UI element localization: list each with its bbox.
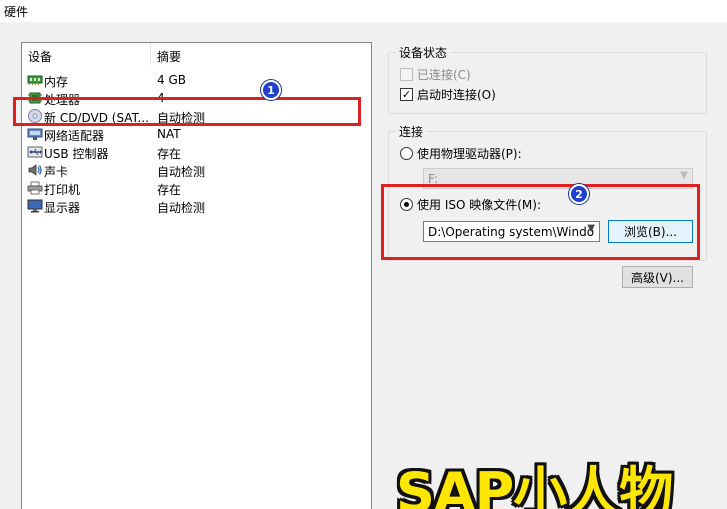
annotation-badge-2: 2: [569, 184, 589, 204]
iso-path-value: D:\Operating system\Windo: [428, 225, 595, 239]
device-row-memory[interactable]: 内存 4 GB: [22, 71, 371, 89]
device-name: 显示器: [44, 201, 81, 215]
memory-icon: [27, 73, 43, 87]
processor-icon: [27, 91, 43, 105]
physical-drive-radio[interactable]: 使用物理驱动器(P):: [400, 145, 522, 162]
device-row-network-adapter[interactable]: 网络适配器 NAT: [22, 125, 371, 143]
display-icon: [27, 199, 43, 213]
advanced-button-label: 高级(V)...: [630, 270, 685, 285]
iso-image-radio[interactable]: 使用 ISO 映像文件(M):: [400, 196, 541, 213]
iso-path-combo[interactable]: D:\Operating system\Windo ▼: [423, 221, 600, 242]
annotation-badge-1: 1: [261, 80, 281, 100]
physical-drive-select[interactable]: F: ▼: [423, 168, 693, 189]
device-summary: 自动检测: [157, 201, 206, 215]
physical-drive-radio-circle[interactable]: [400, 147, 413, 160]
badge-number: 1: [267, 83, 275, 97]
chevron-down-icon[interactable]: ▼: [587, 223, 595, 234]
device-row-sound-card[interactable]: 声卡 自动检测: [22, 161, 371, 179]
device-status-legend: 设备状态: [396, 44, 451, 61]
device-summary: 存在: [157, 183, 182, 197]
connect-on-power-on-label: 启动时连接(O): [417, 88, 496, 102]
chevron-down-icon: ▼: [680, 170, 688, 181]
cd-dvd-icon: [27, 109, 43, 123]
device-summary: 4: [157, 91, 165, 105]
device-row-printer[interactable]: 打印机 存在: [22, 179, 371, 197]
connected-checkbox-box[interactable]: [400, 68, 413, 81]
device-row-cd-dvd[interactable]: 新 CD/DVD (SAT... 自动检测: [22, 107, 371, 125]
physical-drive-value: F:: [428, 172, 439, 186]
connection-legend: 连接: [396, 123, 427, 140]
usb-icon: [27, 145, 43, 159]
connect-on-power-on-checkbox[interactable]: ✓ 启动时连接(O): [400, 86, 496, 103]
device-name: 声卡: [44, 165, 69, 179]
device-summary: 存在: [157, 147, 182, 161]
browse-button[interactable]: 浏览(B)...: [608, 220, 693, 243]
device-row-usb-controller[interactable]: USB 控制器 存在: [22, 143, 371, 161]
device-name: 处理器: [44, 93, 81, 107]
window-title-text: 硬件: [4, 5, 29, 19]
device-summary: NAT: [157, 127, 181, 141]
iso-image-radio-circle[interactable]: [400, 198, 413, 211]
connected-label: 已连接(C): [417, 68, 471, 82]
device-summary: 自动检测: [157, 165, 206, 179]
physical-drive-label: 使用物理驱动器(P):: [417, 147, 522, 161]
window-title: 硬件: [0, 0, 727, 22]
device-name: USB 控制器: [44, 147, 109, 161]
device-status-group: 设备状态: [388, 44, 707, 114]
iso-image-label: 使用 ISO 映像文件(M):: [417, 198, 541, 212]
device-name: 网络适配器: [44, 129, 105, 143]
network-adapter-icon: [27, 127, 43, 141]
check-icon[interactable]: ✓: [400, 88, 413, 101]
device-list-header: 设备 摘要: [22, 43, 371, 65]
column-header-device[interactable]: 设备: [22, 43, 151, 65]
device-name: 内存: [44, 75, 69, 89]
device-name: 打印机: [44, 183, 81, 197]
connected-checkbox[interactable]: 已连接(C): [400, 66, 471, 83]
device-list[interactable]: 设备 摘要 内存 4 GB 处理器 4 新 CD/DVD (SAT... 自动检…: [21, 42, 372, 509]
advanced-button[interactable]: 高级(V)...: [622, 266, 693, 288]
device-row-processor[interactable]: 处理器 4: [22, 89, 371, 107]
device-summary: 自动检测: [157, 111, 206, 125]
device-summary: 4 GB: [157, 73, 186, 87]
badge-number: 2: [575, 187, 583, 201]
printer-icon: [27, 181, 43, 195]
browse-button-label: 浏览(B)...: [623, 225, 678, 239]
device-name: 新 CD/DVD (SAT...: [44, 111, 149, 125]
sound-card-icon: [27, 163, 43, 177]
column-header-summary[interactable]: 摘要: [151, 43, 371, 65]
device-row-display[interactable]: 显示器 自动检测: [22, 197, 371, 215]
watermark: SAP小人物: [396, 461, 673, 509]
